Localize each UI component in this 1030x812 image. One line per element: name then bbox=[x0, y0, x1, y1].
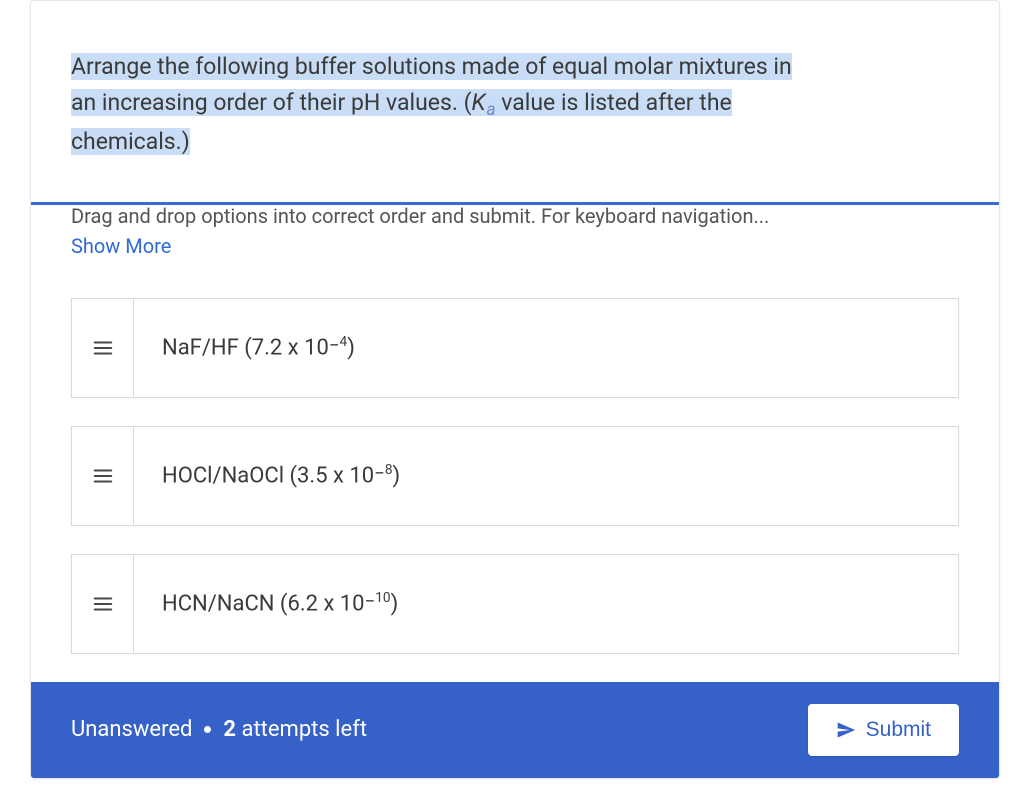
question-card: Arrange the following buffer solutions m… bbox=[30, 0, 1000, 779]
option-content: HCN/NaCN (6.2 x 10−10) bbox=[134, 555, 958, 653]
question-line2b: value is listed after the bbox=[496, 89, 732, 116]
status-text: Unanswered 2 attempts left bbox=[71, 717, 367, 742]
option-value-open: (3.5 x 10 bbox=[290, 464, 375, 489]
options-list: NaF/HF (7.2 x 10−4) HOCl/NaOCl (3.5 x 10… bbox=[31, 278, 999, 682]
status-label: Unanswered bbox=[71, 717, 192, 742]
option-value-open: (7.2 x 10 bbox=[244, 336, 329, 361]
instruction-section: Drag and drop options into correct order… bbox=[31, 202, 999, 278]
option-content: HOCl/NaOCl (3.5 x 10−8) bbox=[134, 427, 958, 525]
question-text: Arrange the following buffer solutions m… bbox=[71, 49, 959, 160]
option-value-close: ) bbox=[391, 592, 399, 617]
attempts-label: attempts left bbox=[236, 717, 367, 742]
section-divider bbox=[31, 202, 999, 205]
submit-button[interactable]: Submit bbox=[808, 704, 959, 756]
submit-label: Submit bbox=[866, 718, 931, 742]
option-row[interactable]: NaF/HF (7.2 x 10−4) bbox=[71, 298, 959, 398]
k-variable: K bbox=[471, 89, 485, 116]
footer-bar: Unanswered 2 attempts left Submit bbox=[31, 682, 999, 778]
k-subscript: a bbox=[485, 100, 495, 120]
option-content: NaF/HF (7.2 x 10−4) bbox=[134, 299, 958, 397]
attempts-count: 2 bbox=[223, 717, 236, 742]
option-row[interactable]: HOCl/NaOCl (3.5 x 10−8) bbox=[71, 426, 959, 526]
option-value-close: ) bbox=[347, 336, 355, 361]
status-dot-icon bbox=[204, 726, 211, 733]
attempts-text: 2 attempts left bbox=[223, 717, 367, 742]
option-row[interactable]: HCN/NaCN (6.2 x 10−10) bbox=[71, 554, 959, 654]
question-line1: Arrange the following buffer solutions m… bbox=[71, 53, 792, 80]
drag-handle-icon[interactable] bbox=[72, 299, 134, 397]
instruction-text: Drag and drop options into correct order… bbox=[71, 202, 959, 230]
show-more-link[interactable]: Show More bbox=[71, 234, 171, 258]
option-value-close: ) bbox=[392, 464, 400, 489]
option-chem: HCN/NaCN bbox=[162, 592, 280, 617]
question-section: Arrange the following buffer solutions m… bbox=[31, 1, 999, 202]
option-chem: HOCl/NaOCl bbox=[162, 464, 290, 489]
option-value-open: (6.2 x 10 bbox=[280, 592, 365, 617]
drag-handle-icon[interactable] bbox=[72, 555, 134, 653]
send-icon bbox=[836, 720, 856, 740]
drag-handle-icon[interactable] bbox=[72, 427, 134, 525]
question-line2a: an increasing order of their pH values. … bbox=[71, 89, 471, 116]
option-exp: 10 bbox=[375, 590, 390, 606]
question-line3: chemicals.) bbox=[71, 128, 190, 155]
option-chem: NaF/HF bbox=[162, 336, 244, 361]
